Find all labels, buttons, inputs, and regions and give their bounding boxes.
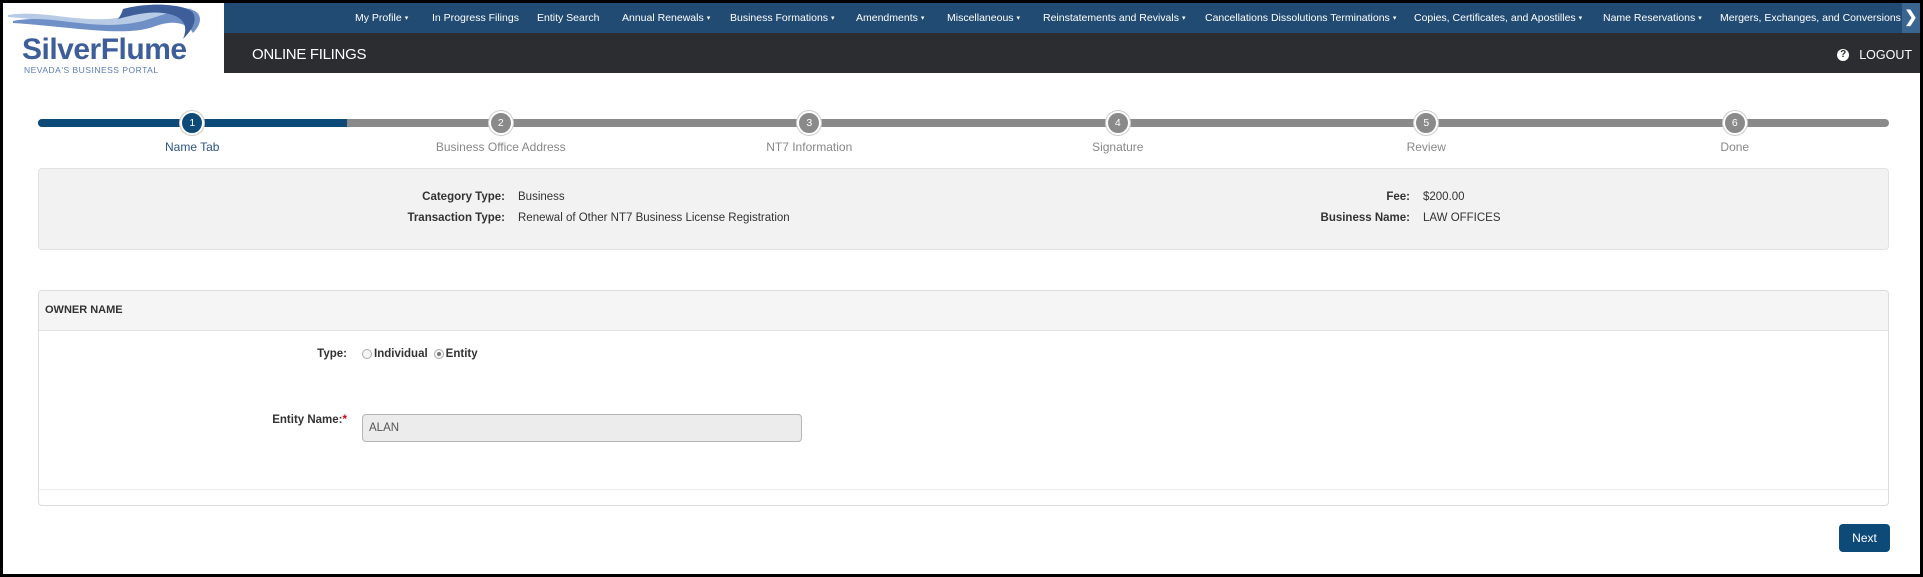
nav-item-label: Cancellations Dissolutions Terminations [1205,12,1390,24]
chevron-down-icon: ▾ [831,15,835,22]
radio-entity[interactable] [433,349,444,359]
radio-individual[interactable] [362,349,372,359]
step-number-badge: 4 [1105,111,1130,135]
fee-value: $200.00 [1423,191,1465,203]
chevron-down-icon: ▾ [1181,15,1186,22]
chevron-down-icon: ▾ [1392,15,1397,22]
owner-name-heading: OWNER NAME [39,291,1888,331]
radio-individual-label[interactable]: Individual [374,348,428,360]
chevron-right-icon: ❯ [1904,9,1918,26]
chevron-down-icon: ▾ [1698,15,1702,22]
nav-item-annual-renewals[interactable]: Annual Renewals ▾ [622,3,710,33]
step-label: Business Office Address [435,140,566,154]
owner-panel-footer [39,489,1888,505]
step-label: Done [1720,140,1750,154]
progress-stepper: 1 Name Tab 2 Business Office Address 3 NT7 In… [38,111,1889,155]
entity-name-label-text: Entity Name: [272,414,343,426]
nav-item-label: Business Formations [730,12,829,24]
next-button[interactable]: Next [1839,524,1890,552]
owner-type-radio-group: Individual Entity [362,348,478,360]
logo-subtitle: NEVADA'S BUSINESS PORTAL [24,65,159,75]
step-6: 6 Done [1635,111,1835,154]
step-number-badge: 5 [1414,111,1439,135]
nav-item-name-reservations[interactable]: Name Reservations ▾ [1603,3,1702,33]
step-number-badge: 6 [1722,111,1747,135]
transaction-type-label: Transaction Type: [407,212,505,224]
nav-item-miscellaneous[interactable]: Miscellaneous ▾ [947,3,1020,33]
category-type-value: Business [518,191,565,203]
nav-item-label: Miscellaneous [947,12,1014,24]
chevron-down-icon: ▾ [404,15,409,22]
page-title: ONLINE FILINGS [252,46,367,63]
nav-item-label: Amendments [856,12,918,24]
step-2: 2 Business Office Address [401,111,601,154]
nav-item-business-formations[interactable]: Business Formations ▾ [730,3,835,33]
step-label: Review [1406,140,1446,154]
chevron-down-icon: ▾ [1016,15,1021,22]
logout-label: LOGOUT [1859,48,1912,62]
stepper-track [38,119,1889,127]
nav-item-mergers-exchanges-and-conversions[interactable]: Mergers, Exchanges, and Conversions▾ [1720,3,1907,33]
step-3: 3 NT7 Information [709,111,909,154]
main-navigation: My Profile ▾ In Progress Filings Entity Sea… [224,3,1920,33]
logout-button[interactable]: ? LOGOUT [1837,33,1912,77]
nav-item-label: Annual Renewals [622,12,704,24]
help-icon[interactable]: ? [1837,49,1850,61]
nav-item-label: Mergers, Exchanges, and Conversions [1720,12,1901,24]
logo-title: SilverFlume [22,33,187,66]
step-label: NT7 Information [766,140,853,154]
fee-label: Fee: [1386,191,1410,203]
nav-item-reinstatements-and-revivals[interactable]: Reinstatements and Revivals ▾ [1043,3,1186,33]
nav-item-entity-search[interactable]: Entity Search [537,3,599,33]
page-header: ONLINE FILINGS ? LOGOUT [224,33,1920,73]
step-label: Signature [1092,140,1144,154]
entity-name-input[interactable] [362,414,802,442]
type-label: Type: [317,348,347,360]
business-name-value: LAW OFFICES [1423,212,1501,224]
step-label: Name Tab [165,140,220,154]
nav-item-label: My Profile [355,12,402,24]
step-5: 5 Review [1326,111,1526,154]
owner-name-panel: OWNER NAME Type: Individual Entity Entit… [38,290,1889,506]
chevron-down-icon: ▾ [1578,15,1583,22]
required-marker: * [342,414,347,426]
step-number-badge: 2 [488,111,513,135]
chevron-down-icon: ▾ [706,15,711,22]
nav-item-cancellations-dissolutions-terminations[interactable]: Cancellations Dissolutions Terminations ▾ [1205,3,1396,33]
nav-item-label: Name Reservations [1603,12,1696,24]
nav-item-in-progress-filings[interactable]: In Progress Filings [432,3,519,33]
nav-item-label: Entity Search [537,12,600,24]
step-1: 1 Name Tab [92,111,292,154]
page-frame: SilverFlume NEVADA'S BUSINESS PORTAL My … [3,3,1920,574]
entity-name-label: Entity Name:* [272,414,347,426]
nav-item-label: Reinstatements and Revivals [1043,12,1179,24]
business-name-label: Business Name: [1320,212,1410,224]
silverflume-logo[interactable]: SilverFlume NEVADA'S BUSINESS PORTAL [3,3,224,75]
nav-item-my-profile[interactable]: My Profile ▾ [355,3,408,33]
step-number-badge: 3 [797,111,822,135]
nav-item-amendments[interactable]: Amendments ▾ [856,3,924,33]
step-4: 4 Signature [1018,111,1218,154]
transaction-type-value: Renewal of Other NT7 Business License Re… [518,212,790,224]
radio-entity-label[interactable]: Entity [446,348,478,360]
category-type-label: Category Type: [422,191,505,203]
nav-scroll-right-button[interactable]: ❯ [1902,3,1920,33]
nav-item-copies-certificates-and-apostilles[interactable]: Copies, Certificates, and Apostilles ▾ [1414,3,1582,33]
step-number-badge: 1 [180,111,205,135]
filing-summary-panel: Category Type: Business Transaction Type… [38,168,1889,250]
nav-item-label: Copies, Certificates, and Apostilles [1414,12,1576,24]
chevron-down-icon: ▾ [920,15,925,22]
nav-item-label: In Progress Filings [432,12,519,24]
